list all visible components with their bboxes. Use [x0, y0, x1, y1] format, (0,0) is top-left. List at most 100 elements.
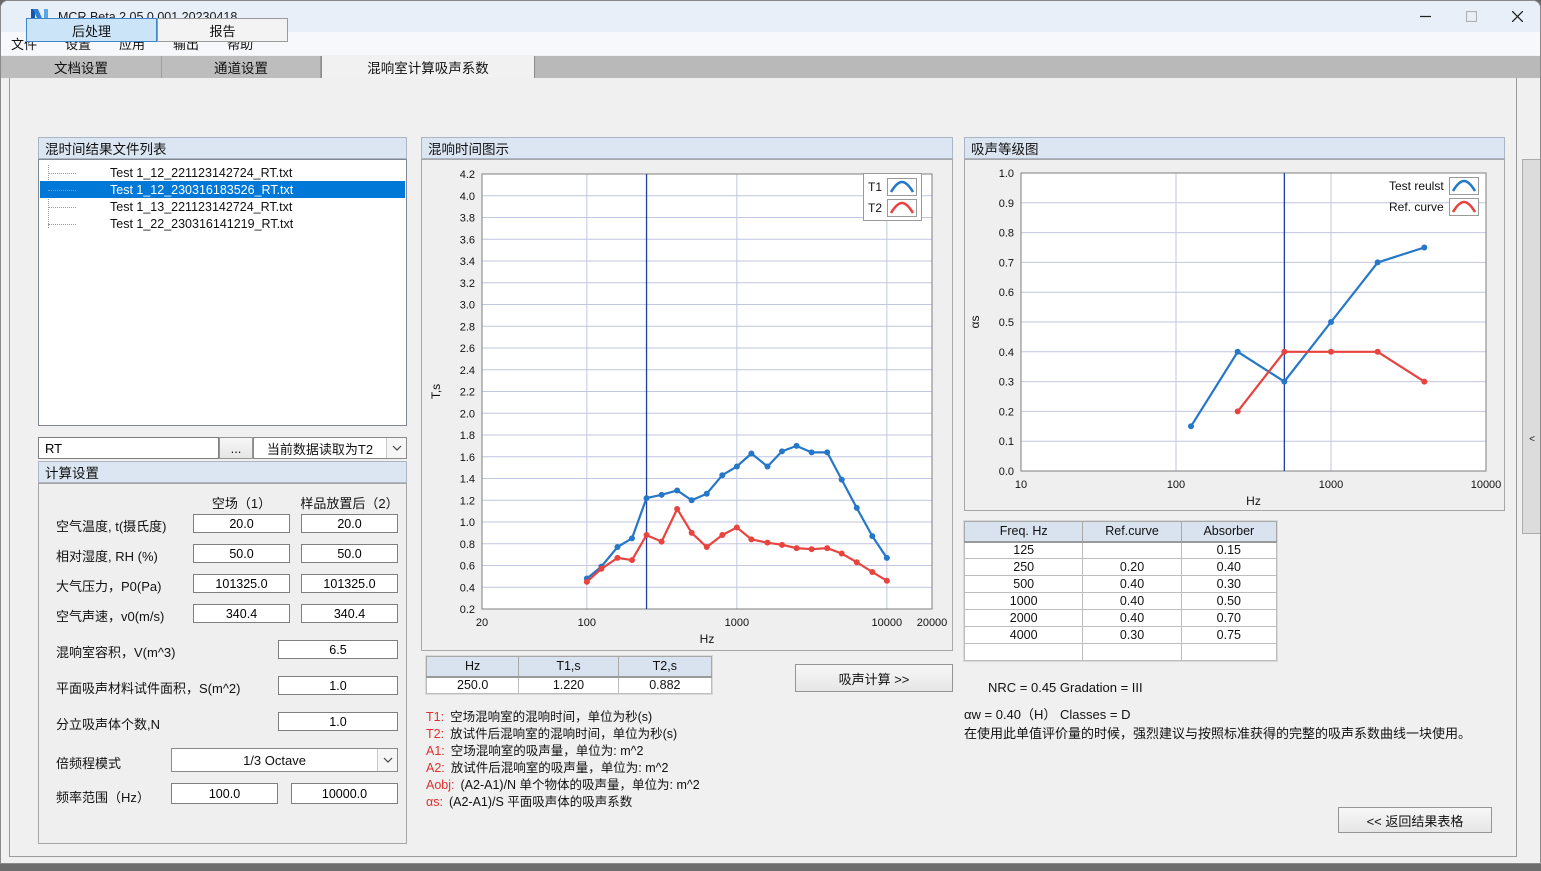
table-row: 125 0.15 — [965, 542, 1277, 559]
calc-single-label-2: 分立吸声体个数,N — [56, 714, 160, 733]
rt-name-input[interactable] — [38, 437, 219, 459]
svg-text:2.6: 2.6 — [460, 343, 475, 355]
table-cell: 4000 — [965, 627, 1083, 644]
svg-text:0.8: 0.8 — [999, 228, 1014, 240]
file-list-item[interactable]: Test 1_12_230316183526_RT.txt — [40, 181, 405, 198]
svg-text:0.6: 0.6 — [999, 287, 1014, 299]
t2-curve-icon — [887, 199, 917, 217]
table-cell: 500 — [965, 576, 1083, 593]
rt-chart[interactable]: 0.20.40.60.81.01.21.41.61.82.02.22.42.62… — [422, 160, 952, 650]
svg-text:1000: 1000 — [725, 617, 749, 629]
definition-line: αs:(A2-A1)/S 平面吸声体的吸声系数 — [426, 794, 700, 811]
legend-label-test-result: Test reulst — [1389, 179, 1444, 193]
table-row: 40000.300.75 — [965, 627, 1277, 644]
maximize-button[interactable] — [1448, 1, 1494, 32]
tab-strip: 文档设置通道设置混响室计算吸声系数 — [1, 56, 1540, 78]
calc-single-field-0[interactable] — [278, 640, 398, 659]
svg-text:0.5: 0.5 — [999, 317, 1014, 329]
table-row: 5000.400.30 — [965, 576, 1277, 593]
column-header: Freq. Hz — [965, 522, 1083, 542]
table-cell: 0.30 — [1083, 627, 1181, 644]
column-header: T2,s — [618, 657, 711, 677]
collapse-panel-handle[interactable]: < — [1522, 431, 1541, 447]
svg-text:1.6: 1.6 — [460, 452, 475, 464]
file-list-title: 混时间结果文件列表 — [45, 138, 167, 158]
calc-single-field-1[interactable] — [278, 676, 398, 695]
calc-field-0-with-sample[interactable] — [301, 514, 398, 533]
table-row: 2500.200.40 — [965, 559, 1277, 576]
freq-max-field[interactable] — [291, 783, 398, 804]
background-strip — [0, 864, 1541, 871]
table-cell: 0.40 — [1083, 593, 1181, 610]
tree-branch-icon — [48, 207, 76, 208]
svg-text:2.2: 2.2 — [460, 387, 475, 399]
svg-text:0.4: 0.4 — [999, 347, 1014, 359]
svg-text:20: 20 — [476, 617, 488, 629]
tree-branch-icon — [48, 224, 76, 225]
octave-mode-combo[interactable]: 1/3 Octave — [171, 748, 398, 772]
calc-field-1-with-sample[interactable] — [301, 544, 398, 563]
file-list-item[interactable]: Test 1_12_221123142724_RT.txt — [40, 164, 405, 181]
file-list-item[interactable]: Test 1_13_221123142724_RT.txt — [40, 198, 405, 215]
tab-2[interactable]: 混响室计算吸声系数 — [321, 56, 535, 78]
table-cell: 0.40 — [1083, 576, 1181, 593]
octave-mode-label: 倍频程模式 — [56, 753, 121, 772]
svg-text:3.6: 3.6 — [460, 234, 475, 246]
svg-text:3.2: 3.2 — [460, 278, 475, 290]
definition-text: 放试件后混响室的吸声量，单位为: m^2 — [451, 761, 669, 775]
calc-field-2-empty-room[interactable] — [193, 574, 290, 593]
file-name: Test 1_12_221123142724_RT.txt — [110, 166, 292, 180]
svg-text:3.0: 3.0 — [460, 300, 475, 312]
data-mode-combo[interactable]: 当前数据读取为T2 — [253, 437, 407, 459]
column-header: Absorber — [1181, 522, 1276, 542]
definition-term: A1: — [426, 744, 445, 758]
tab-postprocess[interactable]: 后处理 — [26, 18, 157, 42]
data-mode-value: 当前数据读取为T2 — [254, 439, 386, 458]
definition-text: 放试件后混响室的混响时间，单位为秒(s) — [450, 727, 677, 741]
svg-text:0.3: 0.3 — [999, 377, 1014, 389]
grade-chart-header: 吸声等级图 — [964, 137, 1505, 159]
back-to-results-button[interactable]: << 返回结果表格 — [1338, 807, 1492, 833]
file-name: Test 1_12_230316183526_RT.txt — [110, 183, 293, 197]
definition-line: T2:放试件后混响室的混响时间，单位为秒(s) — [426, 726, 700, 743]
table-cell: 125 — [965, 542, 1083, 559]
svg-text:Hz: Hz — [1246, 494, 1261, 508]
tab-0[interactable]: 文档设置 — [1, 56, 162, 78]
rt-file-list: Test 1_12_221123142724_RT.txt Test 1_12_2… — [38, 159, 407, 426]
table-cell: 2000 — [965, 610, 1083, 627]
close-button[interactable] — [1494, 1, 1540, 32]
file-list-item[interactable]: Test 1_22_230316141219_RT.txt — [40, 215, 405, 232]
legend-label-t2: T2 — [868, 201, 882, 215]
calc-single-field-2[interactable] — [278, 712, 398, 731]
table-cell: 0.882 — [618, 677, 711, 694]
tab-report[interactable]: 报告 — [157, 18, 288, 42]
table-cell: 250.0 — [427, 677, 519, 694]
svg-text:T,s: T,s — [429, 384, 443, 399]
definition-text: 空场混响室的混响时间，单位为秒(s) — [450, 710, 652, 724]
absorption-calc-label: 吸声计算 >> — [839, 669, 910, 688]
browse-button[interactable]: ... — [219, 437, 253, 459]
calc-field-3-empty-room[interactable] — [193, 604, 290, 623]
calc-field-1-empty-room[interactable] — [193, 544, 290, 563]
calc-settings-header: 计算设置 — [38, 461, 407, 483]
svg-text:0.0: 0.0 — [999, 466, 1014, 478]
svg-text:4.0: 4.0 — [460, 191, 475, 203]
svg-text:0.1: 0.1 — [999, 436, 1014, 448]
calc-field-3-with-sample[interactable] — [301, 604, 398, 623]
table-row: 20000.400.70 — [965, 610, 1277, 627]
absorption-calc-button[interactable]: 吸声计算 >> — [795, 664, 953, 692]
tab-1[interactable]: 通道设置 — [162, 56, 321, 78]
legend-label-t1: T1 — [868, 180, 882, 194]
calc-settings-form: 空场（1） 样品放置后（2） 空气温度, t(摄氏度)相对湿度, RH (%)大… — [38, 483, 407, 844]
test-result-curve-icon — [1449, 177, 1479, 195]
freq-min-field[interactable] — [171, 783, 278, 804]
calc-field-0-empty-room[interactable] — [193, 514, 290, 533]
calc-field-2-with-sample[interactable] — [301, 574, 398, 593]
svg-text:10000: 10000 — [872, 617, 903, 629]
tree-branch-icon — [48, 173, 76, 174]
svg-text:2.0: 2.0 — [460, 408, 475, 420]
minimize-button[interactable] — [1402, 1, 1448, 32]
column-header-empty-room: 空场（1） — [193, 493, 290, 512]
svg-text:1.2: 1.2 — [460, 495, 475, 507]
nrc-result: NRC = 0.45 Gradation = III — [988, 680, 1143, 695]
